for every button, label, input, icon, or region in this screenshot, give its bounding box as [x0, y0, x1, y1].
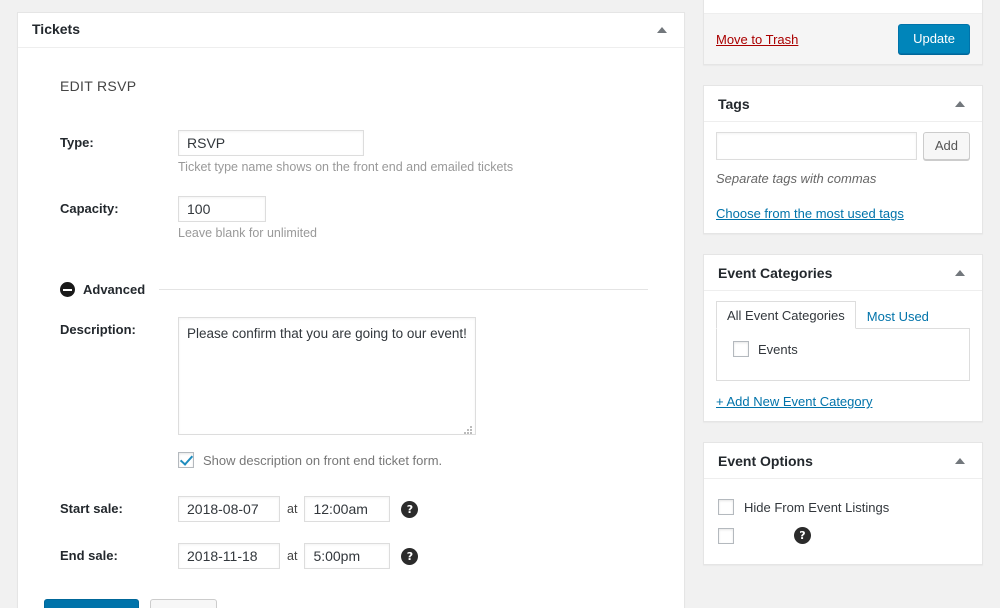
- start-sale-date-input[interactable]: [178, 496, 280, 522]
- option-row-hide-from-listings[interactable]: Hide From Event Listings: [716, 493, 970, 521]
- triangle-up-icon[interactable]: [950, 451, 970, 471]
- tags-metabox-header: Tags: [704, 86, 982, 122]
- add-new-event-category-link[interactable]: + Add New Event Category: [716, 394, 872, 409]
- tickets-metabox: Tickets EDIT RSVP Type: Ticket type name…: [17, 12, 685, 608]
- event-options-body: Hide From Event Listings ?: [704, 479, 982, 564]
- question-mark-icon[interactable]: ?: [401, 500, 419, 518]
- triangle-up-glyph: [657, 27, 667, 33]
- clipped-option-checkbox[interactable]: [718, 527, 734, 544]
- tickets-metabox-header: Tickets: [18, 13, 684, 48]
- edit-rsvp-heading: EDIT RSVP: [60, 78, 137, 94]
- description-textarea-wrapper: Please confirm that you are going to our…: [178, 317, 476, 438]
- description-textarea[interactable]: Please confirm that you are going to our…: [178, 317, 476, 435]
- publish-metabox: Revisions: 3 Browse: [703, 0, 983, 65]
- event-categories-metabox: Event Categories All Event Categories Mo…: [703, 254, 983, 422]
- advanced-divider: [159, 289, 648, 290]
- tags-title: Tags: [718, 95, 750, 112]
- capacity-label: Capacity:: [60, 201, 119, 216]
- description-field-row: Description: Please confirm that you are…: [44, 317, 658, 490]
- event-categories-title: Event Categories: [718, 264, 833, 281]
- triangle-up-glyph: [955, 269, 965, 276]
- type-field-row: Type: Ticket type name shows on the fron…: [44, 130, 658, 190]
- move-to-trash-link[interactable]: Move to Trash: [716, 32, 798, 47]
- minus-circle-icon[interactable]: [60, 282, 75, 297]
- tickets-metabox-body: EDIT RSVP Type: Ticket type name shows o…: [18, 48, 684, 608]
- event-categories-body: All Event Categories Most Used Events + …: [704, 291, 982, 421]
- advanced-label: Advanced: [83, 282, 146, 297]
- show-description-checkbox[interactable]: [178, 452, 194, 468]
- event-categories-tabs: All Event Categories Most Used: [716, 301, 970, 329]
- triangle-up-glyph: [955, 100, 965, 107]
- triangle-up-icon[interactable]: [950, 94, 970, 114]
- event-categories-header: Event Categories: [704, 255, 982, 291]
- category-label-events: Events: [758, 341, 798, 357]
- triangle-up-icon[interactable]: [652, 20, 672, 40]
- save-rsvp-button[interactable]: Save RSVP: [44, 599, 139, 608]
- show-description-label: Show description on front end ticket for…: [203, 452, 443, 468]
- ticket-type-input[interactable]: [178, 130, 364, 156]
- list-item[interactable]: Events: [733, 341, 959, 357]
- sidebar-column: Revisions: 3 Browse: [703, 0, 983, 585]
- option-row-clipped[interactable]: ?: [716, 521, 970, 550]
- hide-from-event-listings-checkbox[interactable]: [718, 499, 734, 515]
- advanced-section-toggle[interactable]: Advanced: [60, 282, 658, 297]
- update-button[interactable]: Update: [898, 24, 970, 54]
- page-title: Tickets: [32, 21, 80, 38]
- cancel-button[interactable]: Cancel: [150, 599, 217, 608]
- tags-metabox: Tags Add Separate tags with commas Choos…: [703, 85, 983, 234]
- start-sale-at-label: at: [287, 502, 298, 516]
- tab-all-event-categories[interactable]: All Event Categories: [716, 301, 856, 329]
- capacity-field-row: Capacity: Leave blank for unlimited: [44, 196, 658, 256]
- description-label: Description:: [60, 322, 136, 337]
- tags-metabox-body: Add Separate tags with commas Choose fro…: [704, 122, 982, 233]
- tag-entry-row: Add: [716, 132, 970, 160]
- show-description-checkbox-row[interactable]: Show description on front end ticket for…: [178, 452, 658, 468]
- start-sale-field-row: Start sale: at ?: [44, 496, 658, 522]
- event-categories-list: Events: [716, 329, 970, 381]
- end-sale-at-label: at: [287, 549, 298, 563]
- tags-input[interactable]: [716, 132, 917, 160]
- type-label: Type:: [60, 135, 94, 150]
- wordpress-edit-screen: Tickets EDIT RSVP Type: Ticket type name…: [0, 0, 1000, 608]
- tags-hint: Separate tags with commas: [716, 171, 877, 186]
- event-options-title: Event Options: [718, 452, 813, 469]
- capacity-hint: Leave blank for unlimited: [178, 226, 317, 240]
- triangle-up-icon[interactable]: [950, 263, 970, 283]
- start-sale-time-input[interactable]: [304, 496, 391, 522]
- question-mark-icon[interactable]: ?: [794, 527, 811, 544]
- type-hint: Ticket type name shows on the front end …: [178, 160, 514, 174]
- event-options-header: Event Options: [704, 443, 982, 479]
- tab-most-used[interactable]: Most Used: [856, 302, 940, 329]
- end-sale-date-input[interactable]: [178, 543, 280, 569]
- category-checkbox-events[interactable]: [733, 341, 749, 357]
- triangle-up-glyph: [955, 457, 965, 464]
- ticket-actions-row: Save RSVP Cancel Move RSVP | Delete RSVP: [44, 599, 658, 608]
- publish-footer: Move to Trash Update: [704, 13, 982, 64]
- end-sale-time-input[interactable]: [304, 543, 391, 569]
- end-sale-label: End sale:: [60, 548, 118, 563]
- most-used-tags-link[interactable]: Choose from the most used tags: [716, 206, 904, 221]
- event-options-metabox: Event Options Hide From Event Listings ?: [703, 442, 983, 565]
- published-on-row: Published on: Aug 7, 2018 @ 19:16 Edit: [716, 0, 970, 3]
- ticket-action-buttons: Save RSVP Cancel: [44, 599, 217, 608]
- end-sale-field-row: End sale: at ?: [44, 543, 658, 569]
- add-tag-button[interactable]: Add: [922, 132, 970, 160]
- hide-from-event-listings-label: Hide From Event Listings: [744, 499, 890, 515]
- capacity-input[interactable]: [178, 196, 266, 222]
- start-sale-label: Start sale:: [60, 501, 123, 516]
- question-mark-icon[interactable]: ?: [401, 547, 419, 565]
- main-column: Tickets EDIT RSVP Type: Ticket type name…: [17, 12, 685, 608]
- publish-rows: Revisions: 3 Browse: [704, 0, 982, 13]
